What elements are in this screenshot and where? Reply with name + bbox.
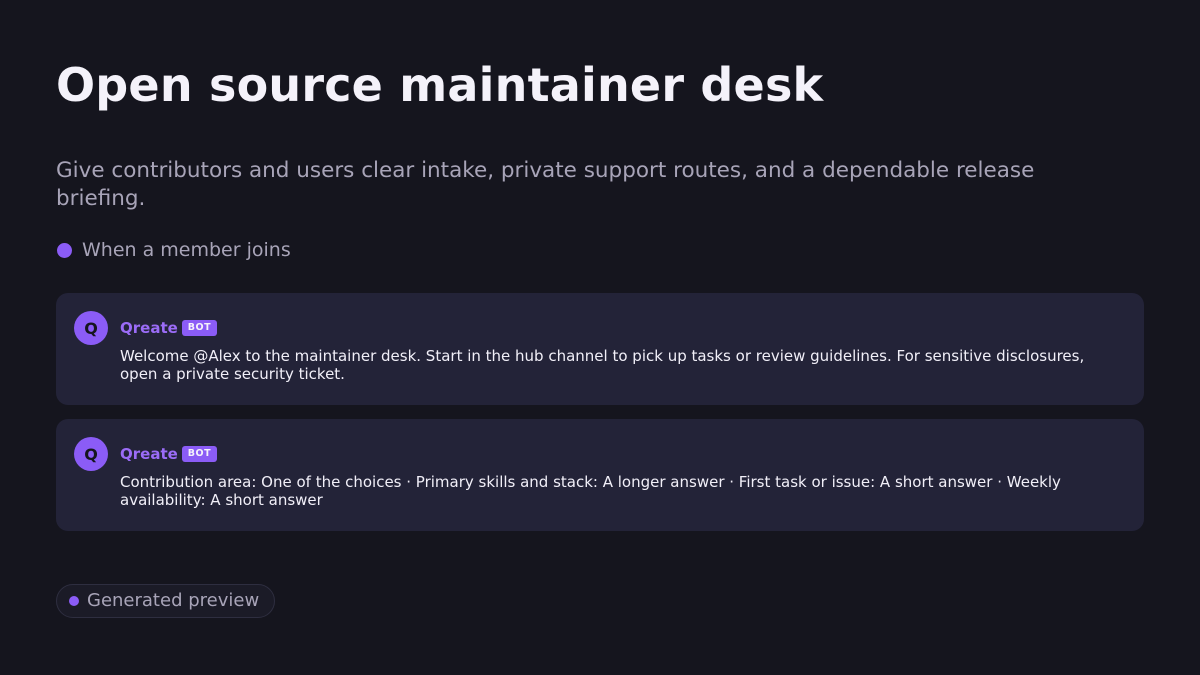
message-body: Contribution area: One of the choices · …: [120, 473, 1061, 509]
maintainer-desk-page: Open source maintainer desk Give contrib…: [56, 0, 1144, 675]
trigger-dot-icon: [57, 242, 72, 258]
bot-avatar: Q: [74, 437, 108, 471]
message-author: Qreate: [120, 445, 178, 463]
trigger-row: When a member joins: [56, 236, 291, 264]
message-header: Qreate BOT: [120, 444, 218, 464]
bot-badge: BOT: [181, 446, 218, 462]
bot-avatar: Q: [74, 311, 108, 345]
message-author: Qreate: [120, 319, 178, 337]
status-dot-icon: [69, 596, 79, 606]
page-title: Open source maintainer desk: [56, 58, 824, 112]
status-label: Generated preview: [87, 590, 260, 611]
message-body: Welcome @Alex to the maintainer desk. St…: [120, 347, 1085, 383]
trigger-label: When a member joins: [82, 239, 291, 261]
message-header: Qreate BOT: [120, 318, 218, 338]
bot-badge: BOT: [181, 320, 218, 336]
bot-message-answers: Q Qreate BOT Contribution area: One of t…: [56, 419, 1144, 531]
bot-message-welcome: Q Qreate BOT Welcome @Alex to the mainta…: [56, 293, 1144, 405]
page-subtitle: Give contributors and users clear intake…: [56, 158, 1035, 211]
generated-preview-badge: Generated preview: [56, 584, 276, 618]
